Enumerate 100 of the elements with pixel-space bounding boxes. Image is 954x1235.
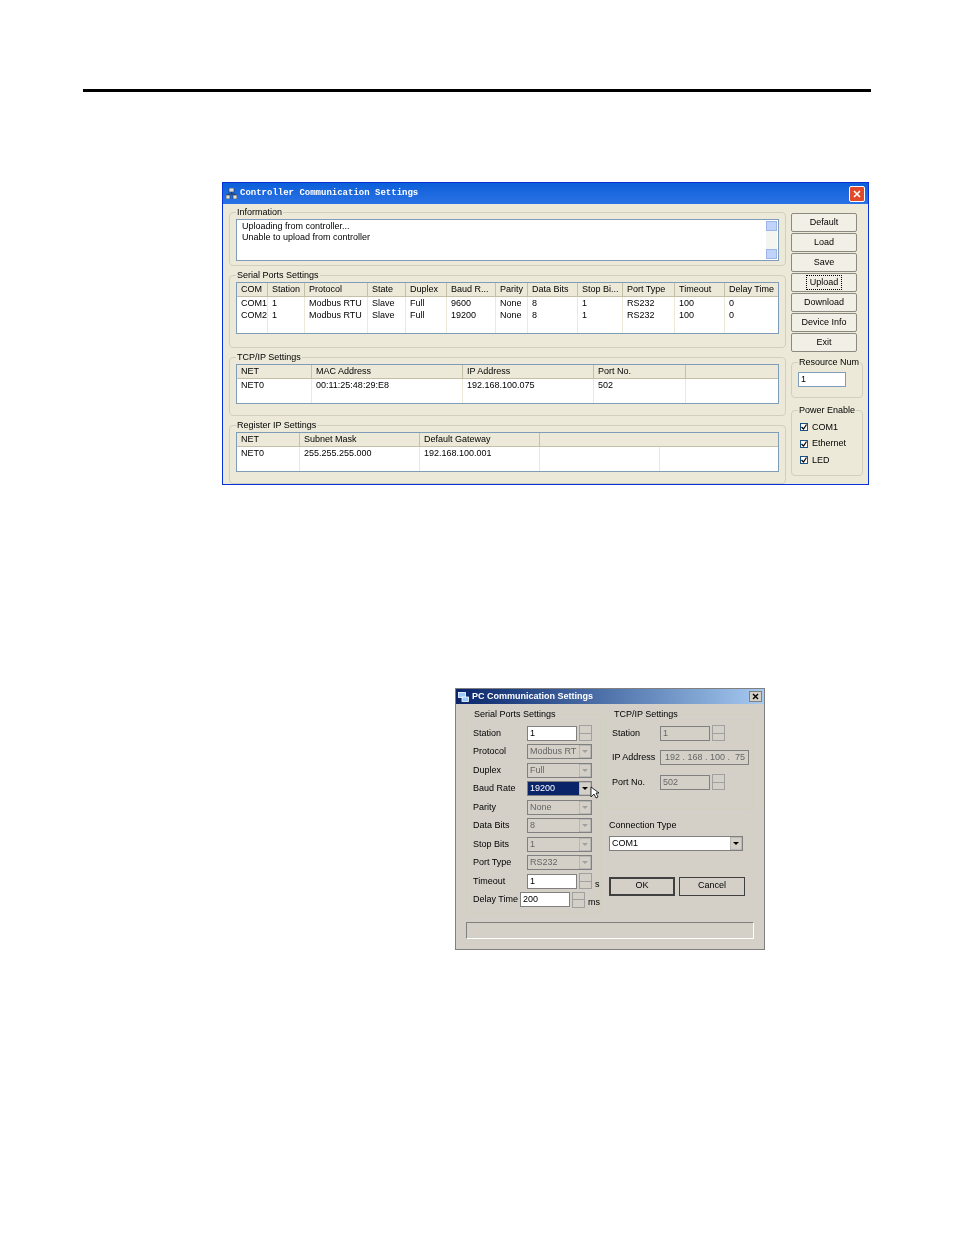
column-header[interactable]: Port No.	[594, 365, 686, 378]
table-cell: Modbus RTU	[305, 297, 368, 309]
table-cell: 100	[675, 297, 725, 309]
dialog-button[interactable]: Default	[791, 213, 857, 232]
caret-icon[interactable]	[730, 836, 742, 850]
group-label: Resource Num	[798, 356, 861, 368]
network-icon	[226, 188, 237, 199]
table-cell: None	[496, 297, 528, 309]
table-cell: 9600	[447, 297, 496, 309]
dialog-button[interactable]: Upload	[791, 273, 857, 292]
table-cell: None	[496, 309, 528, 321]
column-header[interactable]: Protocol	[305, 283, 368, 296]
table-cell: RS232	[623, 309, 675, 321]
table-cell: 1	[578, 297, 623, 309]
spin-buttons[interactable]	[572, 891, 585, 908]
dialog-button[interactable]: Exit	[791, 333, 857, 352]
table-cell: Slave	[368, 309, 406, 321]
table-cell: NET0	[237, 447, 300, 459]
column-header[interactable]: Duplex	[406, 283, 447, 296]
table-cell: 0	[725, 309, 778, 321]
table-cell: RS232	[623, 297, 675, 309]
dialog-button[interactable]: Save	[791, 253, 857, 272]
spin-field[interactable]: 1	[527, 725, 577, 741]
table-cell: Slave	[368, 297, 406, 309]
dialog-button[interactable]: Download	[791, 293, 857, 312]
caret-icon[interactable]	[579, 782, 591, 796]
group-label: Register IP Settings	[236, 419, 318, 431]
dialog-button[interactable]: Load	[791, 233, 857, 252]
window-title: PC Communication Settings	[472, 689, 594, 703]
table-cell: 100	[675, 309, 725, 321]
close-button[interactable]	[749, 691, 762, 702]
spin-buttons[interactable]	[579, 725, 592, 742]
column-header[interactable]: NET	[237, 365, 312, 378]
group-label: TCP/IP Settings	[613, 708, 679, 720]
field-label: Delay Time	[473, 893, 519, 906]
field-label: Protocol	[473, 745, 508, 758]
column-header[interactable]: Parity	[496, 283, 528, 296]
checkbox-label: COM1	[812, 420, 838, 434]
field-label: IP Address	[612, 751, 657, 764]
checkbox-label: Ethernet	[812, 437, 847, 450]
group-label: Serial Ports Settings	[473, 708, 557, 720]
spin-buttons[interactable]	[712, 774, 725, 791]
dialog-button[interactable]: OK	[609, 876, 675, 896]
table-cell: Full	[406, 297, 447, 309]
close-icon	[752, 693, 759, 700]
field-label: Port No.	[612, 775, 646, 789]
table-cell: 8	[528, 297, 578, 309]
info-line: Uploading from controller...	[242, 221, 351, 232]
table-cell: 1	[578, 309, 623, 321]
table-cell: 192.168.100.001	[420, 447, 540, 459]
column-header[interactable]: IP Address	[463, 365, 594, 378]
window-title: Controller Communication Settings	[240, 186, 420, 200]
table-cell: 502	[594, 379, 686, 391]
field-label: Duplex	[473, 763, 502, 777]
unit-label: s	[595, 877, 600, 891]
table-cell: NET0	[237, 379, 312, 391]
group-label: Information	[236, 206, 284, 218]
field-label: Data Bits	[473, 819, 511, 832]
spin-buttons[interactable]	[712, 725, 725, 742]
column-header[interactable]: NET	[237, 433, 300, 446]
column-header[interactable]: Port Type	[623, 283, 675, 296]
checkbox[interactable]	[800, 456, 808, 465]
column-header[interactable]: Timeout	[675, 283, 725, 296]
group-label: TCP/IP Settings	[236, 351, 302, 363]
dialog-button[interactable]: Cancel	[679, 876, 745, 896]
group-label: Power Enable	[798, 404, 857, 416]
spin-field[interactable]: 1	[527, 873, 577, 889]
column-header[interactable]: COM	[237, 283, 268, 296]
connection-dropdown[interactable]: COM1	[609, 835, 743, 851]
table-cell: Full	[406, 309, 447, 321]
column-header[interactable]: State	[368, 283, 406, 296]
table-cell: 255.255.255.000	[300, 447, 420, 459]
spin-buttons[interactable]	[579, 873, 592, 890]
group-label: Serial Ports Settings	[236, 269, 320, 281]
checkbox[interactable]	[800, 423, 808, 432]
column-header[interactable]: Subnet Mask	[300, 433, 420, 446]
column-header[interactable]: Data Bits	[528, 283, 578, 296]
checkbox[interactable]	[800, 439, 808, 448]
table-cell: 1	[268, 309, 305, 321]
dialog-button[interactable]: Device Info	[791, 313, 857, 332]
table-cell: 8	[528, 309, 578, 321]
field-label: Station	[473, 726, 503, 740]
column-header[interactable]: Delay Time	[725, 283, 778, 296]
column-header[interactable]: MAC Address	[312, 365, 463, 378]
table-cell: Modbus RTU	[305, 309, 368, 321]
table-cell: 192.168.100.075	[463, 379, 594, 391]
resource-field[interactable]: 1	[798, 372, 846, 387]
field-label: Stop Bits	[473, 837, 511, 851]
cursor-icon	[590, 786, 599, 800]
column-header[interactable]: Baud R...	[447, 283, 496, 296]
column-header[interactable]: Station	[268, 283, 305, 296]
column-header[interactable]: Stop Bi...	[578, 283, 623, 296]
info-line: Unable to upload from controller	[242, 232, 372, 243]
field-label: Parity	[473, 800, 497, 814]
field-label: Baud Rate	[473, 782, 517, 795]
scrollbar[interactable]	[766, 221, 777, 259]
field-label: Timeout	[473, 874, 507, 888]
spin-field[interactable]: 200	[520, 892, 570, 908]
column-header[interactable]: Default Gateway	[420, 433, 540, 446]
connection-type-label: Connection Type	[609, 819, 678, 832]
